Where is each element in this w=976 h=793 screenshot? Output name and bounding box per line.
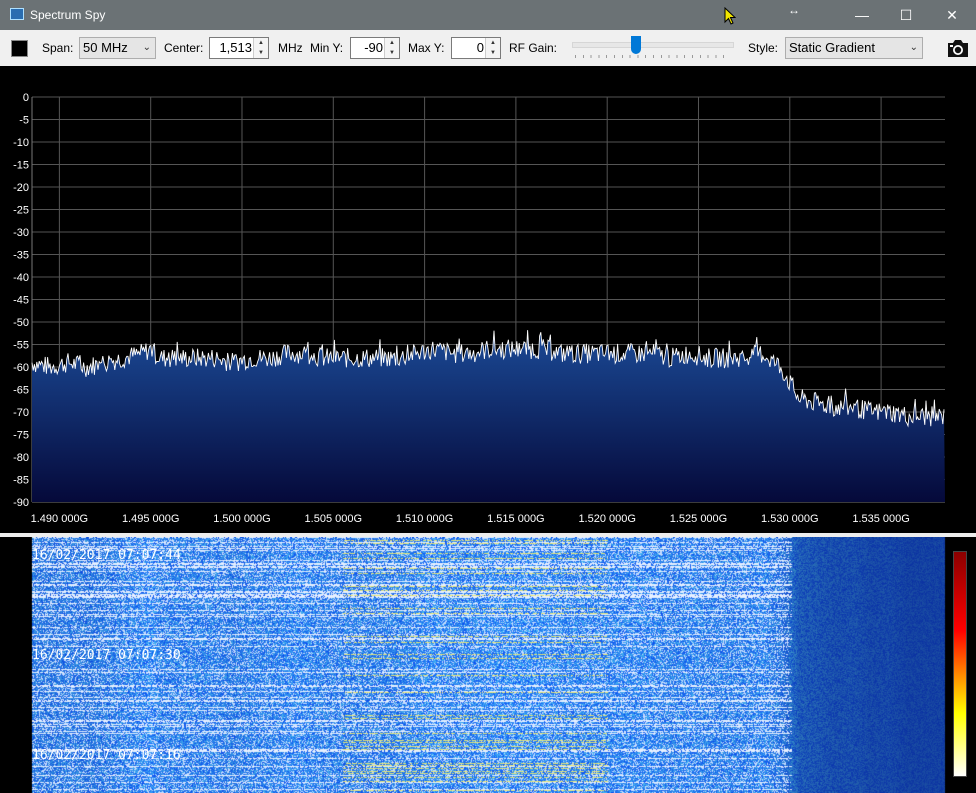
app-icon xyxy=(10,8,24,20)
y-tick-label: -35 xyxy=(13,250,29,262)
style-select[interactable]: Static Gradient ⌄ xyxy=(785,37,923,59)
x-tick-label: 1.500 000G xyxy=(213,513,271,525)
rf-gain-label: RF Gain: xyxy=(509,41,558,55)
waterfall-timestamp: 16/02/2017 07:07:30 xyxy=(32,648,181,663)
max-y-value: 0 xyxy=(476,40,484,55)
mouse-pointer-icon xyxy=(724,7,736,25)
chevron-down-icon: ⌄ xyxy=(142,42,151,53)
y-tick-label: -5 xyxy=(19,115,29,127)
spin-down-icon[interactable]: ▼ xyxy=(486,48,500,58)
center-input[interactable]: 1,513 ▲ ▼ xyxy=(209,37,269,59)
color-picker-button[interactable] xyxy=(11,40,28,57)
x-tick-label: 1.495 000G xyxy=(122,513,180,525)
min-y-label: Min Y: xyxy=(310,41,344,55)
waterfall-timestamp: 16/02/2017 07:07:16 xyxy=(32,748,181,763)
min-y-spinner[interactable]: ▲ ▼ xyxy=(384,38,399,58)
y-tick-label: -20 xyxy=(13,182,29,194)
waterfall-colorbar xyxy=(953,551,967,777)
y-tick-label: 0 xyxy=(23,92,29,104)
y-tick-label: -75 xyxy=(13,430,29,442)
x-tick-label: 1.525 000G xyxy=(670,513,728,525)
min-y-input[interactable]: -90 ▲ ▼ xyxy=(350,37,400,59)
y-tick-label: -40 xyxy=(13,272,29,284)
resize-cursor-icon: ↔ xyxy=(788,3,800,17)
chevron-down-icon: ⌄ xyxy=(909,42,918,53)
span-value: 50 MHz xyxy=(83,40,128,55)
y-tick-label: -85 xyxy=(13,475,29,487)
max-y-label: Max Y: xyxy=(408,41,445,55)
center-unit: MHz xyxy=(278,41,303,55)
y-tick-label: -45 xyxy=(13,295,29,307)
y-tick-label: -25 xyxy=(13,205,29,217)
center-value: 1,513 xyxy=(219,40,252,55)
close-button[interactable]: ✕ xyxy=(930,0,974,30)
x-tick-label: 1.510 000G xyxy=(396,513,454,525)
spectrum-chart-panel[interactable]: 0 -5 -10 -15 -20 -25 -30 -35 -40 -45 -50 -55 -60 -65 -… xyxy=(0,66,976,533)
camera-icon[interactable] xyxy=(946,37,970,59)
x-tick-label: 1.535 000G xyxy=(852,513,910,525)
waterfall-timestamp: 16/02/2017 07:07:44 xyxy=(32,548,181,563)
minimize-button[interactable]: — xyxy=(840,0,884,30)
x-tick-label: 1.505 000G xyxy=(305,513,363,525)
spin-up-icon[interactable]: ▲ xyxy=(486,38,500,48)
rf-gain-ticks xyxy=(575,55,731,58)
style-value: Static Gradient xyxy=(789,40,875,55)
y-tick-label: -30 xyxy=(13,227,29,239)
spin-up-icon[interactable]: ▲ xyxy=(254,38,268,48)
y-tick-label: -70 xyxy=(13,407,29,419)
y-tick-label: -55 xyxy=(13,340,29,352)
y-tick-label: -65 xyxy=(13,385,29,397)
center-label: Center: xyxy=(164,41,204,55)
y-tick-label: -10 xyxy=(13,137,29,149)
y-tick-label: -60 xyxy=(13,362,29,374)
maximize-button[interactable]: ☐ xyxy=(884,0,928,30)
x-tick-label: 1.520 000G xyxy=(578,513,636,525)
spin-down-icon[interactable]: ▼ xyxy=(385,48,399,58)
y-tick-label: -90 xyxy=(13,497,29,509)
x-tick-label: 1.490 000G xyxy=(31,513,89,525)
max-y-spinner[interactable]: ▲ ▼ xyxy=(485,38,500,58)
min-y-value: -90 xyxy=(364,40,383,55)
y-tick-label: -50 xyxy=(13,317,29,329)
rf-gain-slider-track[interactable] xyxy=(572,42,734,48)
y-tick-label: -80 xyxy=(13,452,29,464)
x-tick-label: 1.530 000G xyxy=(761,513,819,525)
waterfall-display[interactable]: 16/02/2017 07:07:44 16/02/2017 07:07:30 … xyxy=(0,537,976,793)
title-bar: Spectrum Spy ↔ — ☐ ✕ xyxy=(0,0,976,30)
style-label: Style: xyxy=(748,41,779,55)
span-label: Span: xyxy=(42,41,74,55)
spectrum-chart[interactable]: 0 -5 -10 -15 -20 -25 -30 -35 -40 -45 -50 -55 -60 -65 -… xyxy=(0,66,976,533)
x-tick-label: 1.515 000G xyxy=(487,513,545,525)
y-tick-label: -15 xyxy=(13,160,29,172)
center-spinner[interactable]: ▲ ▼ xyxy=(253,38,268,58)
max-y-input[interactable]: 0 ▲ ▼ xyxy=(451,37,501,59)
spin-down-icon[interactable]: ▼ xyxy=(254,48,268,58)
toolbar: Span: 50 MHz ⌄ Center: 1,513 ▲ ▼ MHz Min … xyxy=(0,30,976,67)
spin-up-icon[interactable]: ▲ xyxy=(385,38,399,48)
window-title: Spectrum Spy xyxy=(30,8,106,22)
rf-gain-slider-thumb[interactable] xyxy=(630,36,641,54)
span-select[interactable]: 50 MHz ⌄ xyxy=(79,37,156,59)
